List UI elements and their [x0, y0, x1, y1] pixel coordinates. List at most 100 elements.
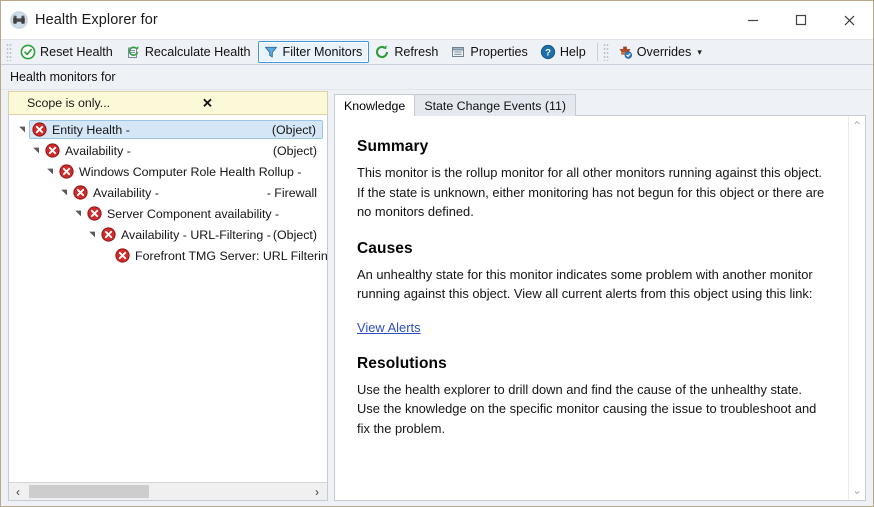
recalculate-health-label: Recalculate Health [144, 45, 251, 59]
vertical-scrollbar[interactable]: ⌃ ⌄ [848, 116, 865, 500]
scroll-right-icon[interactable]: › [308, 483, 326, 500]
tree-row-content: Availability - (Object) [43, 141, 323, 160]
tab-knowledge-label: Knowledge [344, 98, 406, 113]
help-icon: ? [540, 44, 556, 60]
recalculate-health-button[interactable]: Recalculate Health [120, 41, 258, 63]
recalculate-health-icon [125, 44, 141, 60]
resolutions-text: Use the health explorer to drill down an… [357, 381, 817, 436]
tree-row-label: Entity Health - [52, 122, 130, 137]
window-title: Health Explorer for [35, 12, 158, 28]
summary-heading: Summary [357, 138, 429, 155]
expand-arrow-icon[interactable] [85, 230, 99, 239]
critical-icon [45, 143, 60, 158]
properties-label: Properties [470, 45, 528, 59]
svg-text:?: ? [545, 48, 551, 59]
summary-text: This monitor is the rollup monitor for a… [357, 165, 825, 219]
causes-text: An unhealthy state for this monitor indi… [357, 266, 813, 302]
tab-state-change-events-label: State Change Events (11) [424, 98, 566, 113]
tab-strip: Knowledge State Change Events (11) [334, 94, 866, 116]
window-controls [729, 1, 873, 39]
minimize-button[interactable] [729, 1, 777, 39]
title-bar: Health Explorer for [1, 1, 873, 39]
tab-state-change-events[interactable]: State Change Events (11) [414, 94, 576, 116]
expand-arrow-icon[interactable] [57, 188, 71, 197]
tree-row-content: Windows Computer Role Health Rollup - [57, 162, 323, 181]
tree-row-content: Entity Health - (Object) [29, 120, 323, 139]
tree-row-content: Availability - - Firewall [71, 183, 323, 202]
scope-label: Scope is only... [27, 96, 111, 110]
knowledge-pane: Knowledge State Change Events (11) Summa… [332, 90, 873, 506]
critical-icon [73, 185, 88, 200]
help-button[interactable]: ? Help [535, 41, 593, 63]
reset-health-icon [20, 44, 36, 60]
reset-health-button[interactable]: Reset Health [15, 41, 120, 63]
toolbar: Reset Health Recalculate Health Filter M… [1, 39, 873, 65]
scope-bar: Scope is only... ✕ [8, 91, 328, 115]
tree-row[interactable]: Entity Health - (Object) [9, 119, 327, 140]
maximize-button[interactable] [777, 1, 825, 39]
filter-monitors-label: Filter Monitors [282, 45, 363, 59]
tree-row[interactable]: Availability - URL-Filtering - (Object) [9, 224, 327, 245]
tree-row-label: Windows Computer Role Health Rollup - [79, 164, 302, 179]
refresh-button[interactable]: Refresh [369, 41, 445, 63]
monitor-tree[interactable]: Entity Health - (Object) Availability - (Ob… [9, 115, 327, 482]
knowledge-content: Summary This monitor is the rollup monit… [335, 116, 848, 500]
expand-arrow-icon[interactable] [29, 146, 43, 155]
tree-row[interactable]: Availability - - Firewall [9, 182, 327, 203]
overrides-icon [617, 44, 633, 60]
filter-icon [263, 44, 279, 60]
properties-icon [450, 44, 466, 60]
toolbar-separator [596, 43, 598, 61]
critical-icon [101, 227, 116, 242]
horizontal-scrollbar[interactable]: ‹ › [9, 482, 327, 500]
binoculars-icon [10, 11, 28, 29]
tree-row-trailing: (Object) [271, 122, 316, 137]
tree-row-content: Forefront TMG Server: URL Filtering - Se… [113, 246, 327, 265]
tree-row-trailing: (Object) [272, 227, 317, 242]
properties-button[interactable]: Properties [445, 41, 534, 63]
tree-row-label: Forefront TMG Server: URL Filtering - Se… [135, 248, 327, 263]
filter-monitors-button[interactable]: Filter Monitors [257, 41, 370, 63]
tab-panel: Summary This monitor is the rollup monit… [334, 115, 866, 501]
tree-row-trailing: - Firewall [266, 185, 317, 200]
overrides-grip[interactable] [602, 43, 609, 61]
resolutions-heading: Resolutions [357, 354, 447, 372]
tree-row-label: Server Component availability - [107, 206, 280, 221]
scroll-left-icon[interactable]: ‹ [9, 483, 27, 500]
main-body: Scope is only... ✕ Entity Health - (Objec… [1, 90, 873, 506]
tree-row[interactable]: Availability - (Object) [9, 140, 327, 161]
tab-knowledge[interactable]: Knowledge [334, 94, 416, 116]
expand-arrow-icon[interactable] [15, 125, 29, 134]
tree-row-label: Availability - [65, 143, 131, 158]
view-alerts-link[interactable]: View Alerts [357, 320, 421, 335]
overrides-button[interactable]: Overrides ▾ [612, 41, 709, 63]
hscroll-thumb[interactable] [29, 485, 149, 498]
chevron-down-icon[interactable]: ▾ [697, 47, 702, 57]
scroll-down-icon[interactable]: ⌄ [852, 484, 862, 496]
tree-row-content: Server Component availability - [85, 204, 323, 223]
tree-row-trailing: (Object) [272, 143, 317, 158]
close-icon[interactable]: ✕ [202, 97, 213, 110]
refresh-label: Refresh [394, 45, 439, 59]
tree-row[interactable]: Forefront TMG Server: URL Filtering - Se… [9, 245, 327, 266]
tree-row-content: Availability - URL-Filtering - (Object) [99, 225, 323, 244]
critical-icon [59, 164, 74, 179]
close-button[interactable] [825, 1, 873, 39]
monitor-tree-pane: Scope is only... ✕ Entity Health - (Objec… [1, 90, 332, 506]
tree-row[interactable]: Windows Computer Role Health Rollup - [9, 161, 327, 182]
expand-arrow-icon[interactable] [71, 209, 85, 218]
tree-row-label: Availability - URL-Filtering - [121, 227, 271, 242]
expand-arrow-icon[interactable] [43, 167, 57, 176]
toolbar-grip[interactable] [6, 43, 12, 61]
critical-icon [87, 206, 102, 221]
refresh-icon [374, 44, 390, 60]
tree-row[interactable]: Server Component availability - [9, 203, 327, 224]
tree-row-label: Availability - [93, 185, 159, 200]
overrides-label: Overrides [636, 45, 692, 59]
causes-heading: Causes [357, 239, 413, 257]
critical-icon [115, 248, 130, 263]
scroll-up-icon[interactable]: ⌃ [852, 120, 862, 132]
reset-health-label: Reset Health [40, 45, 113, 59]
help-label: Help [559, 45, 586, 59]
health-monitors-header-label: Health monitors for [10, 70, 116, 84]
